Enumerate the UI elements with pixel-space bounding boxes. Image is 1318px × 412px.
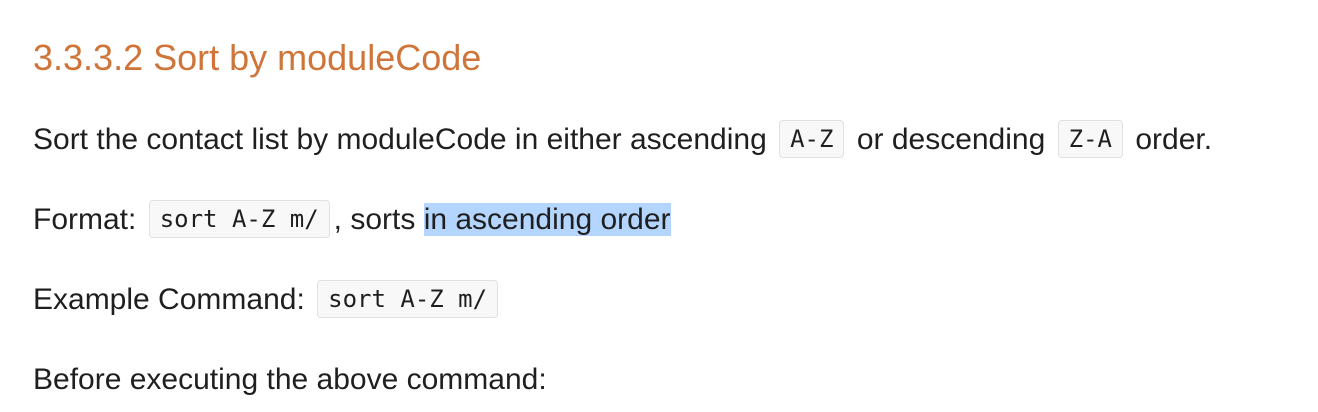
example-label: Example Command: (33, 283, 305, 316)
description-paragraph: Sort the contact list by moduleCode in e… (33, 118, 1212, 163)
example-paragraph: Example Command: sort A-Z m/ (33, 278, 502, 323)
format-text: , sorts (333, 203, 416, 236)
section-heading: 3.3.3.2 Sort by moduleCode (33, 37, 482, 78)
selected-text-highlight[interactable]: in ascending order (423, 203, 671, 236)
before-paragraph: Before executing the above command: (33, 363, 547, 396)
description-text-before: Sort the contact list by moduleCode in e… (33, 123, 767, 156)
description-text-middle: or descending (856, 123, 1046, 156)
example-code: sort A-Z m/ (317, 280, 499, 318)
description-text-after: order. (1135, 123, 1213, 156)
format-code: sort A-Z m/ (148, 200, 330, 238)
code-ascending: A-Z (779, 120, 845, 158)
code-descending: Z-A (1057, 120, 1123, 158)
format-paragraph: Format: sort A-Z m/, sorts in ascending … (33, 198, 671, 243)
format-label: Format: (33, 203, 137, 236)
